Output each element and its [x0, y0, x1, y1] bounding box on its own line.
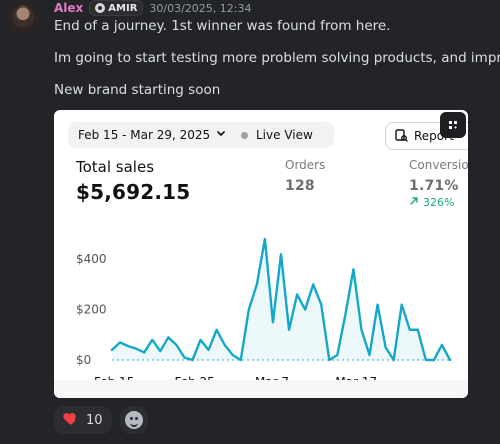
sales-point [215, 329, 217, 331]
sales-point [127, 345, 129, 347]
avatar[interactable] [6, 0, 40, 34]
dashboard-footer [54, 380, 468, 398]
message-timestamp: 30/03/2025, 12:34 [149, 1, 252, 15]
conversion-metric: Conversion 1.71% 326% [409, 158, 468, 209]
heart-reaction[interactable]: 10 [54, 406, 112, 434]
message-text: End of a journey. 1st winner was found f… [54, 18, 500, 98]
message-header: Alex AMIR 30/03/2025, 12:34 [54, 0, 252, 16]
sales-point [151, 339, 153, 341]
tag-icon [95, 3, 106, 13]
message-line-5: New brand starting soon [54, 82, 221, 98]
sales-point [280, 253, 282, 255]
sales-point [175, 344, 177, 346]
date-range-picker[interactable]: Feb 15 - Mar 29, 2025 [68, 122, 244, 148]
sales-point [392, 359, 394, 361]
sales-point [288, 329, 290, 331]
sales-point [376, 303, 378, 305]
conversion-trend-label: 326% [423, 196, 455, 209]
chat-message: Alex AMIR 30/03/2025, 12:34 End of a jou… [0, 0, 500, 444]
live-view-label: Live View [256, 128, 313, 142]
date-range-label: Feb 15 - Mar 29, 2025 [78, 128, 211, 142]
sales-point [167, 336, 169, 338]
sales-point [320, 303, 322, 305]
sales-point [312, 283, 314, 285]
sales-point [159, 350, 161, 352]
sales-point [384, 346, 386, 348]
message-line-3: Im going to start testing more problem s… [54, 50, 500, 66]
sales-point [401, 303, 403, 305]
y-tick-label: $400 [76, 252, 107, 266]
sales-point [417, 329, 419, 331]
sales-point [449, 359, 451, 361]
sales-point [272, 321, 274, 323]
arrow-up-right-icon [409, 196, 419, 209]
heart-count: 10 [86, 412, 103, 428]
sales-point [248, 308, 250, 310]
sales-point [425, 359, 427, 361]
sales-point [199, 339, 201, 341]
conversion-trend: 326% [409, 196, 468, 209]
message-reactions: 10 [54, 406, 148, 434]
y-tick-label: $200 [76, 303, 107, 317]
user-tag: AMIR [89, 0, 144, 16]
tag-label: AMIR [108, 2, 138, 14]
sales-point [256, 283, 258, 285]
sales-point [240, 359, 242, 361]
sales-point [344, 313, 346, 315]
sales-point [183, 356, 185, 358]
sales-point [304, 308, 306, 310]
orders-label: Orders [285, 158, 326, 172]
sales-point [135, 347, 137, 349]
orders-metric: Orders 128 [285, 158, 325, 194]
chevron-down-icon [216, 128, 226, 142]
sales-point [111, 349, 113, 351]
sales-point [336, 354, 338, 356]
sales-point [360, 329, 362, 331]
sales-point [232, 354, 234, 356]
sales-point [143, 351, 145, 353]
message-line-1: End of a journey. 1st winner was found f… [54, 18, 391, 34]
total-sales-label: Total sales [76, 158, 155, 176]
sales-point [409, 329, 411, 331]
message-line-4 [54, 66, 500, 82]
sales-point [352, 268, 354, 270]
total-sales-value: $5,692.15 [76, 180, 191, 204]
add-reaction-button[interactable] [120, 406, 148, 434]
sales-point [223, 344, 225, 346]
author-name[interactable]: Alex [54, 1, 83, 15]
sales-line-chart: $0$200$400Feb 15Feb 25Mar 7Mar 17 [54, 228, 468, 398]
sales-point [441, 344, 443, 346]
sales-point [296, 293, 298, 295]
report-icon [394, 128, 408, 145]
sales-point [191, 359, 193, 361]
sales-point [264, 238, 266, 240]
total-sales-metric: Total sales $5,692.15 [76, 158, 190, 204]
conversion-label: Conversion [409, 158, 468, 172]
dashboard-screenshot: Feb 15 - Mar 29, 2025 Live View Report T… [54, 110, 468, 398]
sales-point [433, 359, 435, 361]
y-tick-label: $0 [76, 353, 91, 367]
message-line-2 [54, 34, 500, 50]
emoji-icon [125, 411, 143, 429]
heart-icon [62, 409, 80, 431]
live-status-dot-icon [241, 131, 248, 139]
conversion-value: 1.71% [409, 178, 459, 194]
grid-icon[interactable] [440, 112, 466, 138]
orders-value: 128 [285, 178, 315, 194]
sales-point [119, 341, 121, 343]
sales-line-chart-svg: $0$200$400Feb 15Feb 25Mar 7Mar 17 [76, 237, 452, 389]
sales-point [328, 359, 330, 361]
sales-point [368, 354, 370, 356]
live-view-button[interactable]: Live View [231, 122, 334, 148]
sales-point [207, 349, 209, 351]
